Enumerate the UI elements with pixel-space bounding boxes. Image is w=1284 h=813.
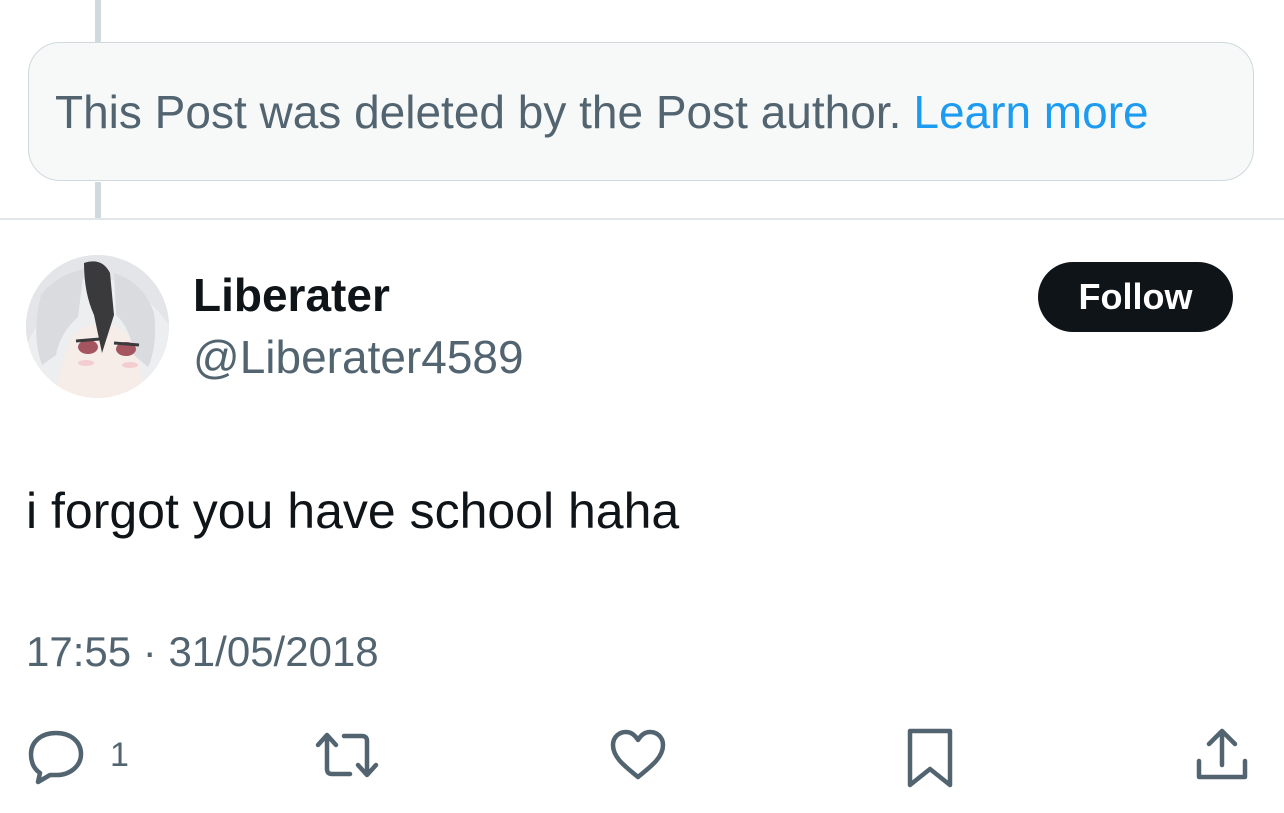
- avatar[interactable]: [26, 255, 169, 398]
- thread-line-top: [95, 0, 101, 42]
- post-timestamp[interactable]: 17:55 · 31/05/2018: [26, 628, 379, 676]
- like-button[interactable]: [608, 725, 668, 785]
- reply-count: 1: [110, 735, 129, 774]
- reply-icon: [26, 725, 86, 785]
- repost-button[interactable]: [312, 725, 382, 785]
- author-handle[interactable]: @Liberater4589: [193, 330, 524, 384]
- learn-more-link[interactable]: Learn more: [913, 85, 1148, 139]
- share-icon: [1192, 725, 1252, 785]
- like-icon: [608, 725, 668, 785]
- deleted-notice-text: This Post was deleted by the Post author…: [55, 85, 902, 138]
- repost-icon: [312, 725, 382, 785]
- thread-line-bottom: [95, 182, 101, 218]
- share-button[interactable]: [1192, 725, 1252, 785]
- bookmark-button[interactable]: [900, 725, 960, 791]
- author-display-name[interactable]: Liberater: [193, 268, 390, 322]
- meta-separator: ·: [142, 628, 157, 675]
- deleted-post-notice: This Post was deleted by the Post author…: [28, 42, 1254, 181]
- reply-button[interactable]: 1: [26, 725, 129, 785]
- follow-button[interactable]: Follow: [1038, 262, 1233, 332]
- post-time: 17:55: [26, 628, 132, 675]
- bookmark-icon: [900, 725, 960, 791]
- post-text: i forgot you have school haha: [26, 483, 680, 539]
- divider: [0, 218, 1284, 220]
- post-date: 31/05/2018: [168, 628, 379, 675]
